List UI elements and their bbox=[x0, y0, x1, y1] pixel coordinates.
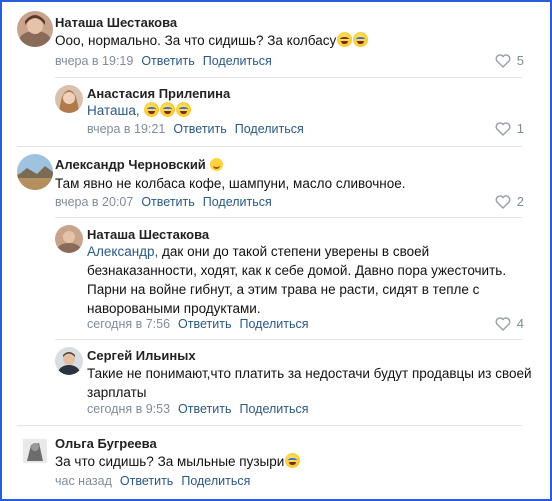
comment-text: Александр, дак они до такой степени увер… bbox=[87, 244, 507, 316]
reply-button[interactable]: Ответить bbox=[141, 195, 194, 209]
reply-button[interactable]: Ответить bbox=[178, 402, 231, 416]
comment-author[interactable]: Наташа Шестакова bbox=[55, 15, 177, 30]
share-button[interactable]: Поделиться bbox=[203, 195, 272, 209]
comment-author[interactable]: Сергей Ильиных bbox=[87, 348, 196, 363]
avatar[interactable] bbox=[55, 85, 83, 113]
like-button[interactable]: 2 bbox=[495, 194, 524, 209]
reply-button[interactable]: Ответить bbox=[178, 317, 231, 331]
comment-author: Александр Черновский bbox=[55, 157, 223, 172]
comment-meta: сегодня в 9:53 Ответить Поделиться bbox=[87, 402, 309, 416]
avatar[interactable] bbox=[55, 225, 83, 253]
reply-button[interactable]: Ответить bbox=[173, 122, 226, 136]
like-button[interactable]: 1 bbox=[495, 121, 524, 136]
laughing-emoji-icon bbox=[353, 32, 369, 47]
divider bbox=[55, 77, 522, 78]
smile-badge-icon bbox=[209, 158, 223, 171]
comment-text: Наташа, bbox=[87, 101, 192, 120]
comment-meta: час назад Ответить Поделиться bbox=[55, 474, 250, 488]
comment-text: Ооо, нормально. За что сидишь? За колбас… bbox=[55, 31, 369, 50]
mention-link[interactable]: Александр, bbox=[87, 244, 158, 259]
like-count: 5 bbox=[516, 53, 524, 68]
comment-time[interactable]: сегодня в 9:53 bbox=[87, 402, 170, 416]
laughing-emoji-icon bbox=[337, 32, 353, 47]
comment-time[interactable]: сегодня в 7:56 bbox=[87, 317, 170, 331]
comment-meta: сегодня в 7:56 Ответить Поделиться bbox=[87, 317, 309, 331]
comment-author[interactable]: Ольга Бугреева bbox=[55, 436, 157, 451]
avatar[interactable] bbox=[55, 347, 83, 375]
avatar[interactable] bbox=[17, 11, 53, 47]
laughing-emoji-icon bbox=[144, 102, 160, 117]
divider bbox=[55, 339, 522, 340]
like-count: 1 bbox=[516, 121, 524, 136]
comment-text: Такие не понимают,что платить за недоста… bbox=[87, 366, 532, 400]
heart-outline-icon bbox=[495, 121, 511, 136]
comment-author[interactable]: Наташа Шестакова bbox=[87, 227, 209, 242]
divider bbox=[17, 425, 522, 426]
like-count: 2 bbox=[516, 194, 524, 209]
avatar[interactable] bbox=[17, 433, 53, 469]
mention-link[interactable]: Наташа, bbox=[87, 103, 140, 118]
laughing-emoji-icon bbox=[176, 102, 192, 117]
comment-meta: вчера в 19:21 Ответить Поделиться bbox=[87, 122, 304, 136]
share-button[interactable]: Поделиться bbox=[203, 54, 272, 68]
reply-button[interactable]: Ответить bbox=[120, 474, 173, 488]
like-button[interactable]: 4 bbox=[495, 316, 524, 331]
comment-author[interactable]: Анастасия Прилепина bbox=[87, 86, 230, 101]
share-button[interactable]: Поделиться bbox=[181, 474, 250, 488]
laughing-emoji-icon bbox=[285, 453, 301, 468]
comment-time[interactable]: вчера в 19:21 bbox=[87, 122, 165, 136]
avatar[interactable] bbox=[17, 154, 53, 190]
laughing-emoji-icon bbox=[160, 102, 176, 117]
comment-meta: вчера в 20:07 Ответить Поделиться bbox=[55, 195, 272, 209]
like-count: 4 bbox=[516, 316, 524, 331]
comment-meta: вчера в 19:19 Ответить Поделиться bbox=[55, 54, 272, 68]
comment-text: Там явно не колбаса кофе, шампуни, масло… bbox=[55, 176, 406, 191]
comment-time[interactable]: вчера в 20:07 bbox=[55, 195, 133, 209]
reply-button[interactable]: Ответить bbox=[141, 54, 194, 68]
divider bbox=[55, 217, 522, 218]
comment-time[interactable]: час назад bbox=[55, 474, 112, 488]
comment-text: За что сидишь? За мыльные пузыри bbox=[55, 452, 301, 471]
share-button[interactable]: Поделиться bbox=[239, 317, 308, 331]
heart-outline-icon bbox=[495, 194, 511, 209]
heart-outline-icon bbox=[495, 53, 511, 68]
share-button[interactable]: Поделиться bbox=[239, 402, 308, 416]
divider bbox=[17, 146, 522, 147]
like-button[interactable]: 5 bbox=[495, 53, 524, 68]
heart-outline-icon bbox=[495, 316, 511, 331]
comment-time[interactable]: вчера в 19:19 bbox=[55, 54, 133, 68]
share-button[interactable]: Поделиться bbox=[235, 122, 304, 136]
